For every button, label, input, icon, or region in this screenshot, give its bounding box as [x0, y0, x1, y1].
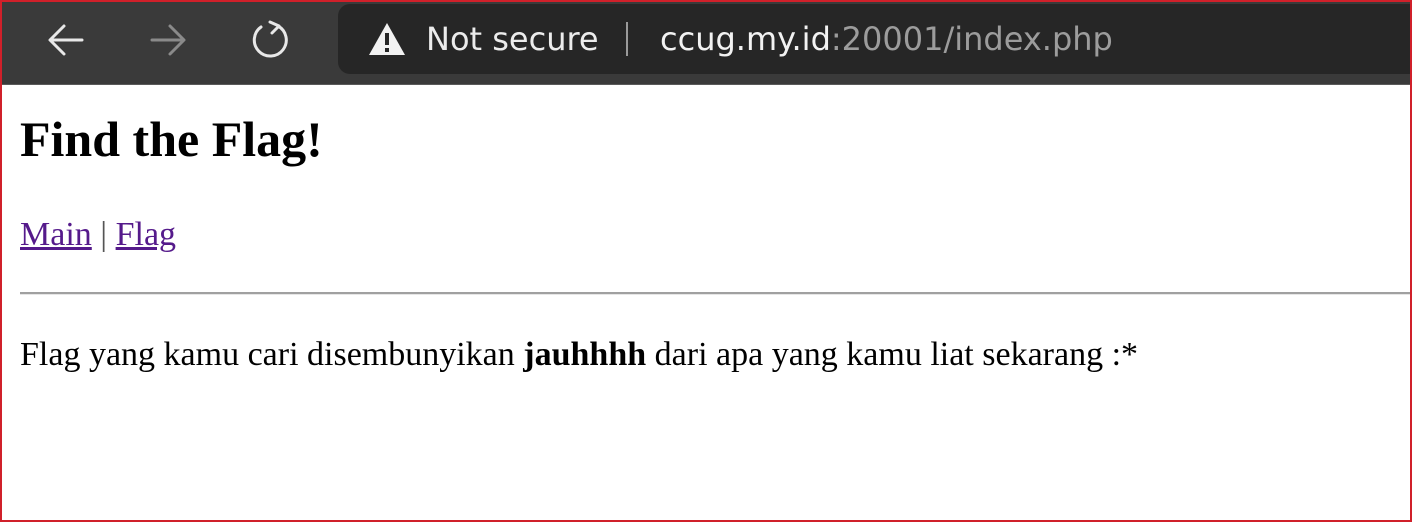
flag-link[interactable]: Flag	[116, 216, 176, 253]
reload-button[interactable]	[240, 12, 300, 68]
flag-message: Flag yang kamu cari disembunyikan jauhhh…	[20, 336, 1138, 374]
back-button[interactable]	[36, 12, 96, 68]
forward-arrow-icon	[150, 24, 186, 56]
reload-icon	[252, 20, 288, 58]
security-status-label[interactable]: Not secure	[426, 20, 599, 58]
page-content: Find the Flag! Main | Flag Flag yang kam…	[18, 84, 1410, 520]
forward-button[interactable]	[138, 12, 198, 68]
address-bar[interactable]: Not secure ccug.my.id:20001/index.php	[338, 4, 1410, 74]
message-emphasis: jauhhhh	[523, 336, 647, 373]
horizontal-rule	[20, 292, 1410, 295]
address-divider	[626, 22, 628, 56]
warning-icon[interactable]	[368, 22, 406, 56]
page-nav: Main | Flag	[20, 216, 176, 254]
browser-window: Not secure ccug.my.id:20001/index.php Fi…	[0, 0, 1412, 522]
url-text[interactable]: ccug.my.id:20001/index.php	[660, 20, 1113, 58]
message-text-start: Flag yang kamu cari disembunyikan	[20, 336, 524, 373]
main-link[interactable]: Main	[20, 216, 92, 253]
nav-separator: |	[100, 216, 108, 253]
url-path: :20001/index.php	[830, 20, 1113, 58]
message-text-end: dari apa yang kamu liat sekarang :*	[646, 336, 1139, 373]
back-arrow-icon	[48, 24, 84, 56]
url-host: ccug.my.id	[660, 20, 831, 58]
page-title: Find the Flag!	[20, 111, 323, 167]
browser-toolbar: Not secure ccug.my.id:20001/index.php	[2, 2, 1410, 85]
